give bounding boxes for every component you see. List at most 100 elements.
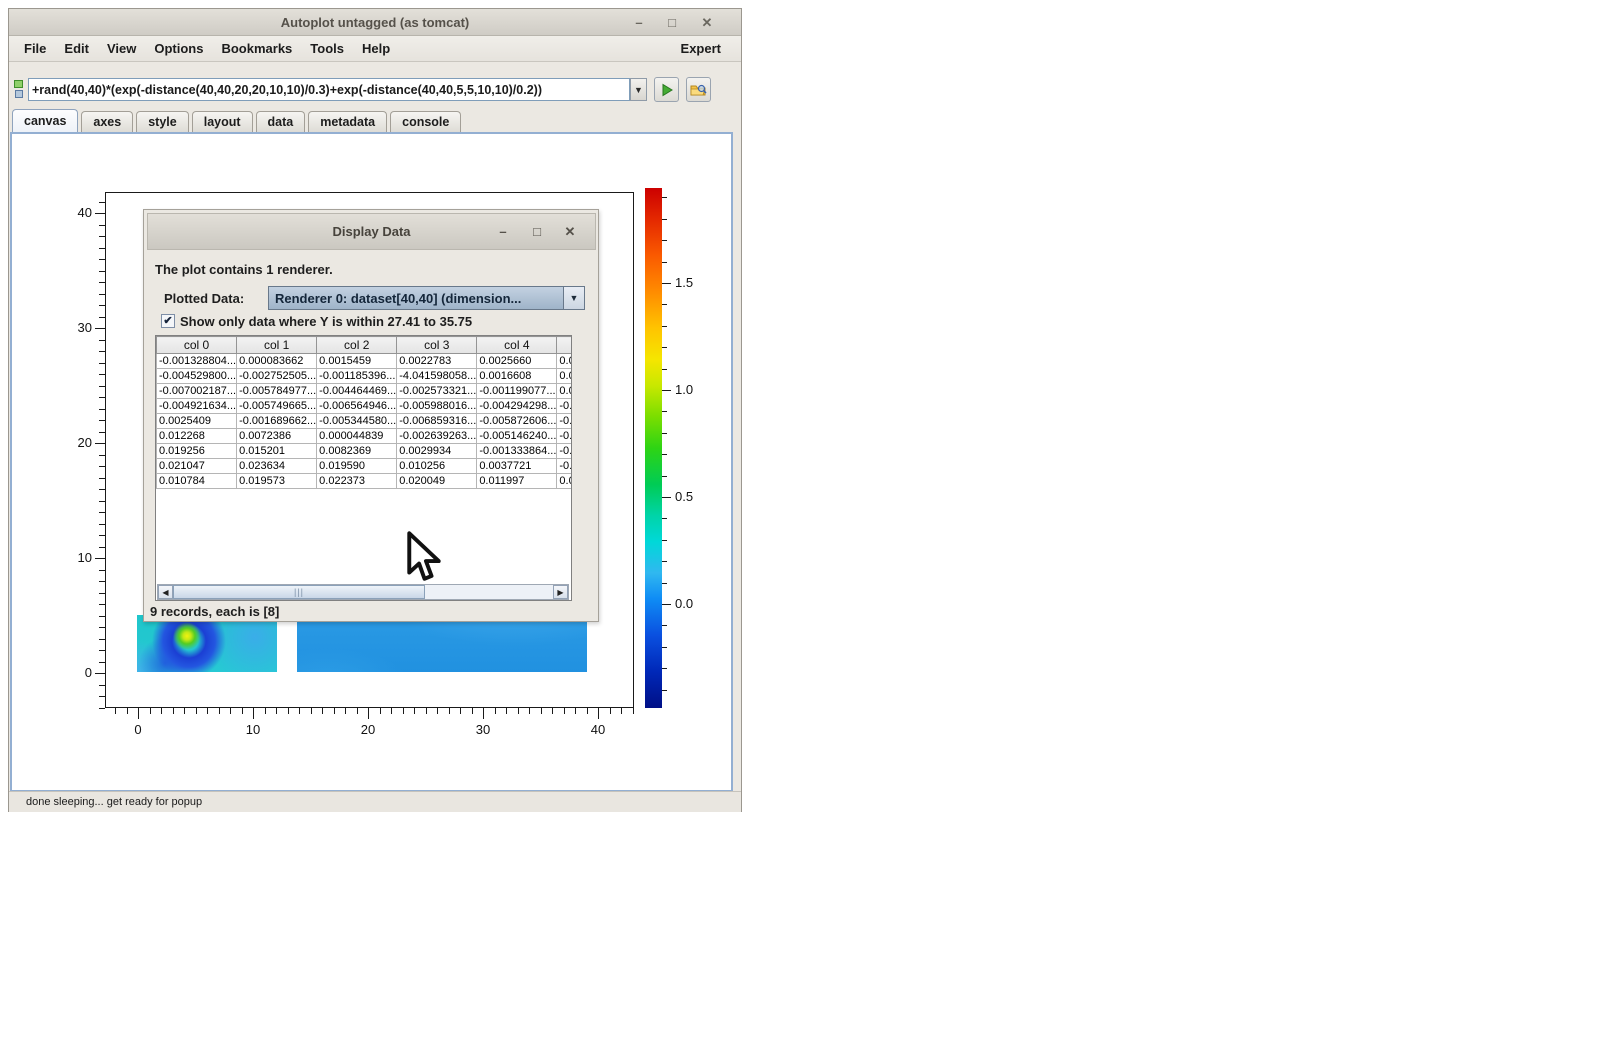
maximize-icon[interactable]: □ xyxy=(663,14,681,32)
table-cell[interactable]: -0.0 xyxy=(557,414,572,429)
table-cell[interactable]: 0.00 xyxy=(557,384,572,399)
menu-item-bookmarks[interactable]: Bookmarks xyxy=(212,41,301,56)
table-cell[interactable]: 0.0037721 xyxy=(477,459,557,474)
table-cell[interactable]: 0.022373 xyxy=(317,474,397,489)
column-header-0[interactable]: col 0 xyxy=(157,337,237,354)
tab-axes[interactable]: axes xyxy=(81,111,133,132)
table-cell[interactable]: 0.019256 xyxy=(157,444,237,459)
table-cell[interactable]: 0.020049 xyxy=(397,474,477,489)
table-cell[interactable]: -0.005344580... xyxy=(317,414,397,429)
table-cell[interactable]: -0.0 xyxy=(557,444,572,459)
tab-metadata[interactable]: metadata xyxy=(308,111,387,132)
menu-item-edit[interactable]: Edit xyxy=(55,41,98,56)
column-header-5[interactable] xyxy=(557,337,572,354)
table-row[interactable]: 0.0192560.0152010.00823690.0029934-0.001… xyxy=(157,444,573,459)
y-filter-checkbox[interactable]: ✔ xyxy=(161,314,175,328)
horizontal-scrollbar[interactable]: ◀ ||| ▶ xyxy=(157,584,569,600)
tab-style[interactable]: style xyxy=(136,111,189,132)
close-icon[interactable]: ✕ xyxy=(698,14,716,32)
table-cell[interactable]: -0.007002187... xyxy=(157,384,237,399)
table-cell[interactable]: 0.010784 xyxy=(157,474,237,489)
table-cell[interactable]: -0.001333864... xyxy=(477,444,557,459)
table-row[interactable]: 0.0025409-0.001689662...-0.005344580...-… xyxy=(157,414,573,429)
table-cell[interactable]: 0.0025660 xyxy=(477,354,557,369)
dialog-title-bar[interactable]: Display Data – □ ✕ xyxy=(147,213,596,250)
tab-layout[interactable]: layout xyxy=(192,111,253,132)
table-cell[interactable]: 0.000083662 xyxy=(237,354,317,369)
table-cell[interactable]: -0.005872606... xyxy=(477,414,557,429)
column-header-3[interactable]: col 3 xyxy=(397,337,477,354)
table-cell[interactable]: 0.000044839 xyxy=(317,429,397,444)
minimize-icon[interactable]: – xyxy=(630,14,648,32)
tab-canvas[interactable]: canvas xyxy=(12,109,78,132)
table-cell[interactable]: 0.0072386 xyxy=(237,429,317,444)
table-cell[interactable]: -0.006564946... xyxy=(317,399,397,414)
table-cell[interactable]: 0.0016608 xyxy=(477,369,557,384)
table-cell[interactable]: 0.023634 xyxy=(237,459,317,474)
table-cell[interactable]: 0.0029934 xyxy=(397,444,477,459)
tab-data[interactable]: data xyxy=(256,111,306,132)
tab-console[interactable]: console xyxy=(390,111,461,132)
table-cell[interactable]: 0.011997 xyxy=(477,474,557,489)
table-row[interactable]: -0.001328804...0.0000836620.00154590.002… xyxy=(157,354,573,369)
go-button[interactable] xyxy=(654,77,679,102)
table-cell[interactable]: -0.004529800... xyxy=(157,369,237,384)
table-cell[interactable]: -0.0 xyxy=(557,399,572,414)
column-header-4[interactable]: col 4 xyxy=(477,337,557,354)
table-cell[interactable]: 0.010256 xyxy=(397,459,477,474)
data-table-viewport[interactable]: col 0col 1col 2col 3col 4 -0.001328804...… xyxy=(155,335,572,601)
table-cell[interactable]: -0.005784977... xyxy=(237,384,317,399)
table-cell[interactable]: 0.0022783 xyxy=(397,354,477,369)
menu-item-help[interactable]: Help xyxy=(353,41,399,56)
table-cell[interactable]: -0.002639263... xyxy=(397,429,477,444)
table-cell[interactable]: -0.001185396... xyxy=(317,369,397,384)
column-header-2[interactable]: col 2 xyxy=(317,337,397,354)
dialog-close-icon[interactable]: ✕ xyxy=(561,223,579,241)
table-cell[interactable]: -0.004294298... xyxy=(477,399,557,414)
table-cell[interactable]: -0.0 xyxy=(557,459,572,474)
chevron-down-icon[interactable]: ▼ xyxy=(563,287,584,309)
scrollbar-thumb[interactable]: ||| xyxy=(173,585,425,599)
title-bar[interactable]: Autoplot untagged (as tomcat) – □ ✕ xyxy=(9,9,741,36)
table-cell[interactable]: -0.002752505... xyxy=(237,369,317,384)
table-cell[interactable]: -0.006859316... xyxy=(397,414,477,429)
menu-item-file[interactable]: File xyxy=(15,41,55,56)
table-cell[interactable]: 0.00 xyxy=(557,369,572,384)
dialog-maximize-icon[interactable]: □ xyxy=(528,223,546,241)
table-cell[interactable]: 0.021047 xyxy=(157,459,237,474)
table-cell[interactable]: 0.019573 xyxy=(237,474,317,489)
table-cell[interactable]: 0.00 xyxy=(557,474,572,489)
plotted-data-combobox[interactable]: Renderer 0: dataset[40,40] (dimension...… xyxy=(268,286,585,310)
table-row[interactable]: -0.004921634...-0.005749665...-0.0065649… xyxy=(157,399,573,414)
table-cell[interactable]: 0.00 xyxy=(557,354,572,369)
uri-dropdown-button[interactable]: ▼ xyxy=(630,78,647,101)
column-header-1[interactable]: col 1 xyxy=(237,337,317,354)
dialog-minimize-icon[interactable]: – xyxy=(494,223,512,241)
menu-item-tools[interactable]: Tools xyxy=(301,41,353,56)
table-cell[interactable]: 0.0082369 xyxy=(317,444,397,459)
table-cell[interactable]: -0.0 xyxy=(557,429,572,444)
table-row[interactable]: 0.0107840.0195730.0223730.0200490.011997… xyxy=(157,474,573,489)
inspect-uri-button[interactable] xyxy=(686,77,711,102)
table-cell[interactable]: 0.012268 xyxy=(157,429,237,444)
table-cell[interactable]: -0.001328804... xyxy=(157,354,237,369)
table-row[interactable]: -0.007002187...-0.005784977...-0.0044644… xyxy=(157,384,573,399)
table-cell[interactable]: -0.001689662... xyxy=(237,414,317,429)
table-row[interactable]: 0.0210470.0236340.0195900.0102560.003772… xyxy=(157,459,573,474)
table-cell[interactable]: 0.015201 xyxy=(237,444,317,459)
scroll-right-icon[interactable]: ▶ xyxy=(553,585,568,599)
table-cell[interactable]: 0.019590 xyxy=(317,459,397,474)
menu-item-options[interactable]: Options xyxy=(145,41,212,56)
table-cell[interactable]: -0.001199077... xyxy=(477,384,557,399)
table-cell[interactable]: -4.041598058... xyxy=(397,369,477,384)
scroll-left-icon[interactable]: ◀ xyxy=(158,585,173,599)
menu-item-view[interactable]: View xyxy=(98,41,145,56)
table-cell[interactable]: -0.002573321... xyxy=(397,384,477,399)
scrollbar-track[interactable]: ||| xyxy=(173,585,553,599)
table-cell[interactable]: 0.0025409 xyxy=(157,414,237,429)
table-cell[interactable]: -0.005146240... xyxy=(477,429,557,444)
uri-address-input[interactable] xyxy=(28,78,630,101)
table-row[interactable]: -0.004529800...-0.002752505...-0.0011853… xyxy=(157,369,573,384)
table-cell[interactable]: -0.004464469... xyxy=(317,384,397,399)
table-cell[interactable]: -0.004921634... xyxy=(157,399,237,414)
